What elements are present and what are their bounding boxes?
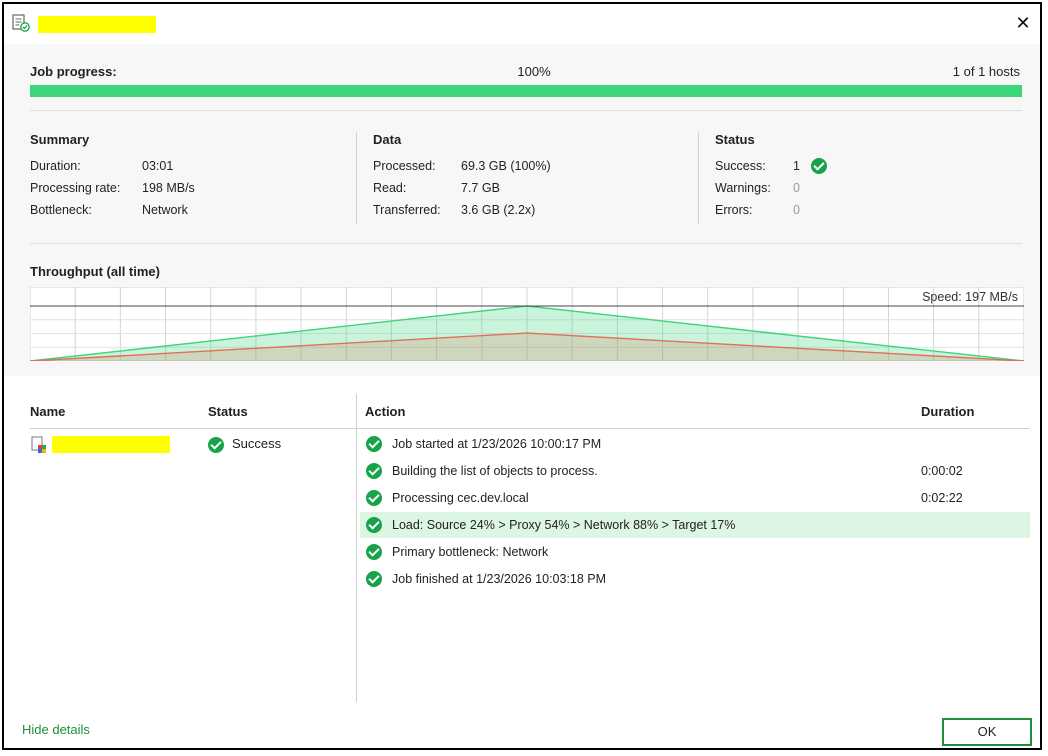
success-check-icon — [366, 490, 382, 506]
data-row: Processed: 69.3 GB (100%) — [373, 155, 551, 177]
close-button[interactable]: ✕ — [1012, 12, 1034, 34]
summary-row: Duration: 03:01 — [30, 155, 173, 177]
vm-icon — [31, 436, 46, 453]
summary-key: Bottleneck: — [30, 203, 92, 217]
action-text: Processing cec.dev.local — [392, 491, 529, 505]
throughput-chart: Speed: 197 MB/s — [30, 287, 1024, 361]
status-row-errors: Errors: 0 — [715, 199, 800, 221]
object-status: Success — [208, 434, 281, 454]
column-header-duration[interactable]: Duration — [921, 404, 974, 419]
window-title-redacted — [38, 16, 156, 33]
success-check-icon — [366, 436, 382, 452]
data-heading: Data — [373, 132, 402, 147]
success-check-icon — [366, 571, 382, 587]
action-row[interactable]: Job finished at 1/23/2026 10:03:18 PM — [360, 566, 1030, 592]
data-value: 7.7 GB — [461, 181, 500, 195]
job-report-icon — [12, 14, 30, 32]
data-key: Read: — [373, 181, 407, 195]
action-text: Job finished at 1/23/2026 10:03:18 PM — [392, 572, 607, 586]
data-row: Read: 7.7 GB — [373, 177, 500, 199]
object-status-text: Success — [232, 436, 282, 451]
summary-key: Processing rate: — [30, 181, 121, 195]
action-duration: 0:02:22 — [921, 491, 963, 505]
job-progress-bar — [30, 85, 1022, 97]
status-heading: Status — [715, 132, 755, 147]
success-check-icon — [366, 544, 382, 560]
object-row[interactable]: Success — [30, 434, 350, 456]
success-check-icon — [811, 158, 827, 174]
job-progress-label: Job progress: — [30, 64, 117, 79]
object-name-redacted — [52, 436, 170, 453]
column-header-status[interactable]: Status — [208, 404, 248, 419]
summary-section: Summary Duration: 03:01 Processing rate: 1… — [30, 132, 195, 221]
column-divider — [356, 394, 357, 702]
summary-heading: Summary — [30, 132, 90, 147]
table-header-divider — [30, 428, 1030, 429]
ok-button[interactable]: OK — [942, 718, 1032, 746]
action-text: Building the list of objects to process. — [392, 464, 598, 478]
action-text: Load: Source 24% > Proxy 54% > Network 8… — [392, 518, 736, 532]
status-key: Errors: — [715, 203, 753, 217]
job-details-dialog: ✕ Job progress: 100% 1 of 1 hosts Summar… — [2, 2, 1042, 750]
status-value: 0 — [793, 203, 800, 217]
success-check-icon — [366, 463, 382, 479]
success-check-icon — [208, 436, 224, 453]
summary-value: Network — [142, 203, 188, 217]
data-key: Transferred: — [373, 203, 441, 217]
column-header-action[interactable]: Action — [365, 404, 405, 419]
action-row[interactable]: Job started at 1/23/2026 10:00:17 PM — [360, 431, 1030, 457]
speed-readout: Speed: 197 MB/s — [922, 290, 1018, 304]
summary-value: 03:01 — [142, 159, 174, 173]
column-divider — [356, 132, 357, 224]
action-row[interactable]: Processing cec.dev.local 0:02:22 — [360, 485, 1030, 511]
divider — [30, 110, 1022, 111]
data-key: Processed: — [373, 159, 436, 173]
job-progress-hosts: 1 of 1 hosts — [952, 64, 1020, 79]
job-overview-panel: Job progress: 100% 1 of 1 hosts Summary … — [4, 44, 1040, 376]
summary-value: 198 MB/s — [142, 181, 195, 195]
divider — [30, 243, 1022, 244]
summary-row: Bottleneck: Network — [30, 199, 188, 221]
status-row-warnings: Warnings: 0 — [715, 177, 800, 199]
hide-details-link[interactable]: Hide details — [22, 722, 90, 737]
status-section: Status Success: 1 Warnings: 0 Errors: 0 — [715, 132, 827, 221]
success-check-icon — [366, 517, 382, 533]
status-row-success: Success: 1 — [715, 155, 827, 177]
job-progress-fill — [30, 85, 1022, 97]
column-header-name[interactable]: Name — [30, 404, 65, 419]
action-row[interactable]: Primary bottleneck: Network — [360, 539, 1030, 565]
data-value: 69.3 GB (100%) — [461, 159, 551, 173]
column-divider — [698, 132, 699, 224]
action-text: Job started at 1/23/2026 10:00:17 PM — [392, 437, 602, 451]
data-section: Data Processed: 69.3 GB (100%) Read: 7.7 G… — [373, 132, 551, 221]
summary-key: Duration: — [30, 159, 81, 173]
status-value: 1 — [793, 159, 800, 173]
action-duration: 0:00:02 — [921, 464, 963, 478]
status-value: 0 — [793, 181, 800, 195]
throughput-label: Throughput (all time) — [30, 264, 160, 279]
status-key: Success: — [715, 159, 766, 173]
data-row: Transferred: 3.6 GB (2.2x) — [373, 199, 535, 221]
status-key: Warnings: — [715, 181, 771, 195]
data-value: 3.6 GB (2.2x) — [461, 203, 536, 217]
job-progress-percent: 100% — [517, 64, 551, 79]
action-row[interactable]: Building the list of objects to process.… — [360, 458, 1030, 484]
action-row-selected[interactable]: Load: Source 24% > Proxy 54% > Network 8… — [360, 512, 1030, 538]
action-text: Primary bottleneck: Network — [392, 545, 549, 559]
title-bar: ✕ — [4, 4, 1040, 44]
summary-row: Processing rate: 198 MB/s — [30, 177, 195, 199]
